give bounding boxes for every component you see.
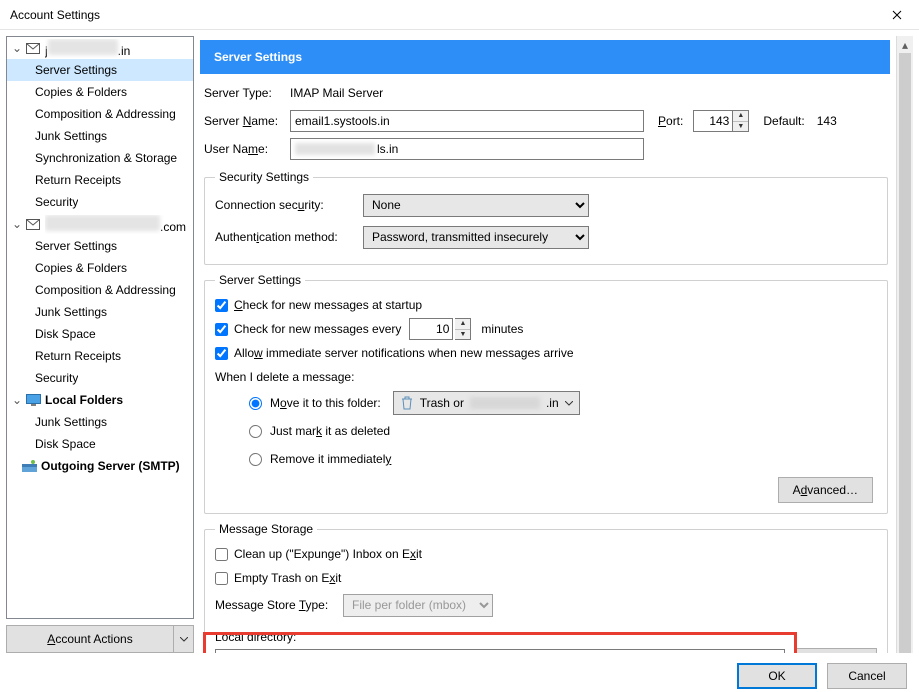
store-type-select: File per folder (mbox) <box>343 594 493 617</box>
cleanup-label: Clean up ("Expunge") Inbox on Exit <box>234 547 422 561</box>
titlebar: Account Settings <box>0 0 919 30</box>
tree-item-composition-addressing[interactable]: Composition & Addressing <box>7 103 193 125</box>
minutes-label: minutes <box>481 322 523 336</box>
remove-immediately-radio[interactable] <box>249 453 262 466</box>
user-name-input[interactable]: ls.in <box>290 138 644 160</box>
check-startup-checkbox[interactable] <box>215 299 228 312</box>
security-settings-group: Security Settings Connection security: N… <box>204 170 888 265</box>
empty-trash-checkbox[interactable] <box>215 572 228 585</box>
browse-button[interactable]: Browse… <box>795 648 877 653</box>
tree-item-junk-settings-2[interactable]: Junk Settings <box>7 301 193 323</box>
tree-item-local-junk[interactable]: Junk Settings <box>7 411 193 433</box>
empty-trash-label: Empty Trash on Exit <box>234 571 341 585</box>
default-label: Default: <box>763 114 804 128</box>
auth-method-select[interactable]: Password, transmitted insecurely <box>363 226 589 249</box>
tree-item-copies-folders[interactable]: Copies & Folders <box>7 81 193 103</box>
close-icon <box>892 10 902 20</box>
tree-item-junk-settings[interactable]: Junk Settings <box>7 125 193 147</box>
advanced-button[interactable]: Advanced… <box>778 477 873 503</box>
when-delete-label: When I delete a message: <box>215 370 354 384</box>
tree-item-copies-folders-2[interactable]: Copies & Folders <box>7 257 193 279</box>
auth-method-label: Authentication method: <box>215 230 363 244</box>
trash-folder-select[interactable]: Trash or .in <box>393 391 580 415</box>
tree-item-server-settings-2[interactable]: Server Settings <box>7 235 193 257</box>
trash-icon <box>400 396 414 410</box>
tree-item-security[interactable]: Security <box>7 191 193 213</box>
chevron-down-icon: ⌄ <box>11 217 23 231</box>
chevron-down-icon <box>565 401 573 406</box>
monitor-icon <box>25 392 41 408</box>
tree-local-folders[interactable]: ⌄ Local Folders <box>7 389 193 411</box>
port-label: Port: <box>658 114 683 128</box>
account-actions-button[interactable]: Account Actions <box>6 625 194 653</box>
server-settings-group: Server Settings Check for new messages a… <box>204 273 888 514</box>
local-directory-input[interactable]: E:\ j .in <box>215 649 785 653</box>
just-mark-label: Just mark it as deleted <box>270 424 390 438</box>
message-storage-group: Message Storage Clean up ("Expunge") Inb… <box>204 522 888 653</box>
allow-immediate-label: Allow immediate server notifications whe… <box>234 346 574 360</box>
chevron-down-icon <box>180 637 188 642</box>
remove-immediately-label: Remove it immediately <box>270 452 391 466</box>
minutes-spinner[interactable]: ▲▼ <box>455 318 471 340</box>
tree-item-sync-storage[interactable]: Synchronization & Storage <box>7 147 193 169</box>
move-folder-radio[interactable] <box>249 397 262 410</box>
envelope-icon <box>25 40 41 56</box>
server-name-input[interactable] <box>290 110 644 132</box>
server-icon <box>21 458 37 474</box>
local-directory-label: Local directory: <box>215 630 877 644</box>
check-every-checkbox[interactable] <box>215 323 228 336</box>
chevron-down-icon: ⌄ <box>11 393 23 407</box>
dialog-footer: OK Cancel <box>0 659 919 692</box>
cancel-button[interactable]: Cancel <box>827 663 907 689</box>
default-port-value: 143 <box>817 114 837 128</box>
cleanup-checkbox[interactable] <box>215 548 228 561</box>
chevron-down-icon: ⌄ <box>11 41 23 55</box>
tree-outgoing-server[interactable]: Outgoing Server (SMTP) <box>7 455 193 477</box>
check-startup-label: Check for new messages at startup <box>234 298 422 312</box>
tree-item-server-settings[interactable]: Server Settings <box>7 59 193 81</box>
accounts-tree[interactable]: ⌄ j.in Server Settings Copies & Folders … <box>6 36 194 619</box>
server-type-value: IMAP Mail Server <box>290 86 383 100</box>
port-input[interactable] <box>693 110 733 132</box>
tree-item-return-receipts-2[interactable]: Return Receipts <box>7 345 193 367</box>
store-type-label: Message Store Type: <box>215 598 343 612</box>
port-spinner[interactable]: ▲▼ <box>733 110 749 132</box>
vertical-scrollbar[interactable]: ▴ ▾ <box>896 36 913 653</box>
window-title: Account Settings <box>10 8 100 22</box>
user-name-label: User Name: <box>204 142 290 156</box>
move-folder-label: Move it to this folder: <box>270 396 381 410</box>
server-name-label: Server Name: <box>204 114 290 128</box>
scroll-up-icon[interactable]: ▴ <box>897 36 913 53</box>
just-mark-radio[interactable] <box>249 425 262 438</box>
tree-item-disk-space-2[interactable]: Disk Space <box>7 323 193 345</box>
connection-security-label: Connection security: <box>215 198 363 212</box>
close-button[interactable] <box>874 0 919 30</box>
allow-immediate-checkbox[interactable] <box>215 347 228 360</box>
check-every-label: Check for new messages every <box>234 322 401 336</box>
ok-button[interactable]: OK <box>737 663 817 689</box>
tree-account-2[interactable]: ⌄ .com <box>7 213 193 235</box>
server-type-label: Server Type: <box>204 86 290 100</box>
tree-item-return-receipts[interactable]: Return Receipts <box>7 169 193 191</box>
envelope-icon <box>25 216 41 232</box>
check-every-input[interactable] <box>409 318 453 340</box>
tree-item-local-disk[interactable]: Disk Space <box>7 433 193 455</box>
connection-security-select[interactable]: None <box>363 194 589 217</box>
tree-item-composition-addressing-2[interactable]: Composition & Addressing <box>7 279 193 301</box>
tree-item-security-2[interactable]: Security <box>7 367 193 389</box>
tree-account-1[interactable]: ⌄ j.in <box>7 37 193 59</box>
account-actions-dropdown[interactable] <box>174 625 194 653</box>
content-header: Server Settings <box>200 40 890 74</box>
